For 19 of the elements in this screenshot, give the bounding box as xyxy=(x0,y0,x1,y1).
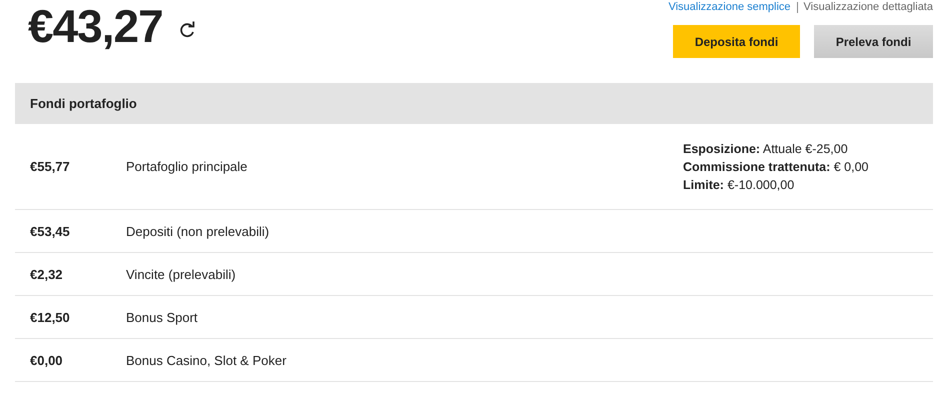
view-link[interactable]: Visualizzazione dettagliata xyxy=(804,1,933,13)
fund-amount: €12,50 xyxy=(29,310,71,324)
detail-text: Esposizione: Attuale €-25,00 xyxy=(683,140,849,158)
fund-amount: €53,45 xyxy=(29,224,71,238)
fund-label: Depositi (non prelevabili) xyxy=(126,224,270,238)
fund-amount: €55,77 xyxy=(29,159,71,174)
detail-text: Commissione trattenuta: € 0,00 xyxy=(683,158,870,176)
fund-label: Bonus Casino, Slot & Poker xyxy=(126,352,288,368)
balance-amount: €43,27 xyxy=(28,0,163,53)
deposit-button[interactable]: Deposita fondi xyxy=(673,25,800,58)
section-title: Fondi portafoglio xyxy=(30,96,137,111)
fund-label: Portafoglio principale xyxy=(126,159,248,174)
fund-label: Vincite (prelevabili) xyxy=(126,266,237,282)
detail-text: Limite: €-10.000,00 xyxy=(683,176,796,194)
fund-label: Bonus Sport xyxy=(126,310,199,324)
fund-amount: €0,00 xyxy=(29,352,64,368)
view-link[interactable]: Visualizzazione semplice xyxy=(668,1,791,13)
fund-amount: €2,32 xyxy=(29,266,64,282)
withdraw-button[interactable]: Preleva fondi xyxy=(814,25,933,58)
